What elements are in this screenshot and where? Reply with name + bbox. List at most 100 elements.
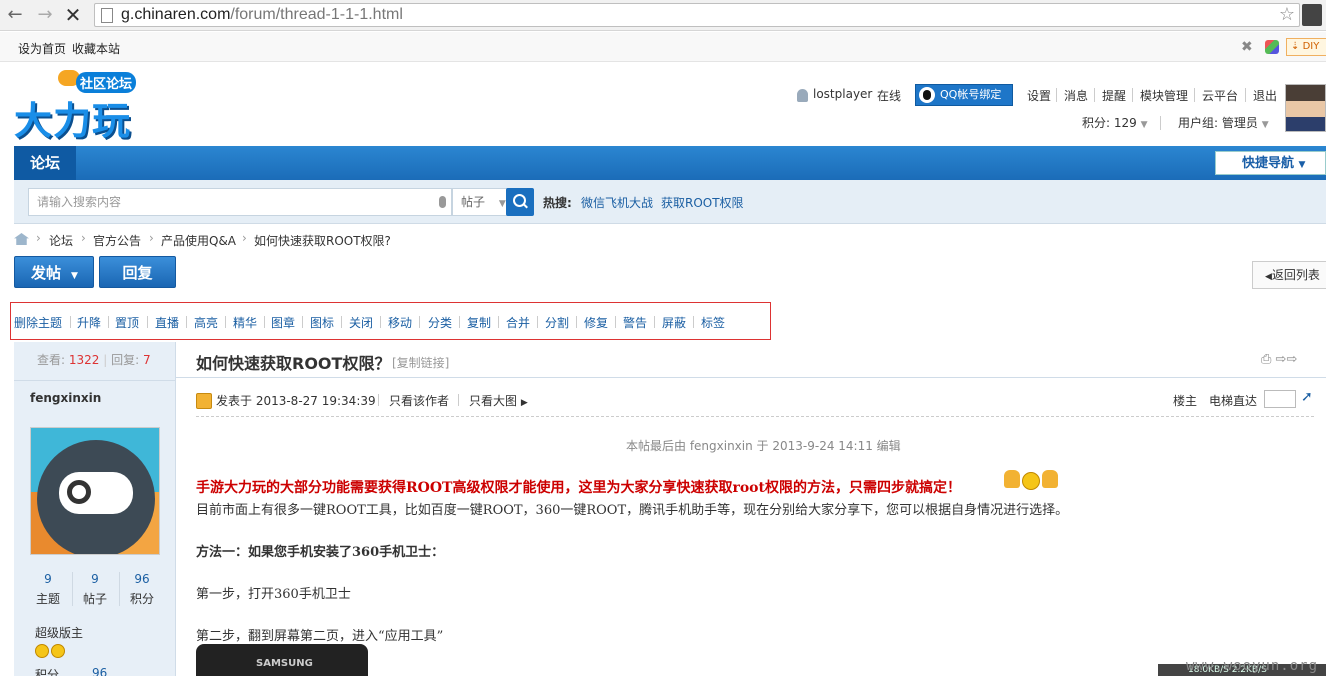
print-icon[interactable]: ⎙ (1261, 352, 1271, 367)
author-stat-value[interactable]: 9 (28, 572, 68, 586)
usergroup-dropdown[interactable]: 用户组: 管理员 ▼ (1178, 114, 1269, 131)
set-home-link[interactable]: 设为首页 (18, 40, 66, 57)
address-bar[interactable]: g.chinaren.com/forum/thread-1-1-1.html ☆ (94, 3, 1300, 27)
qq-bind-label: QQ帐号绑定 (940, 88, 1002, 101)
prev-thread-icon[interactable]: ⇨ (1276, 352, 1287, 367)
admin-action[interactable]: 高亮 (194, 314, 218, 331)
only-big-image-link[interactable]: 只看大图 ▶ (469, 392, 528, 409)
nav-forum-tab[interactable]: 论坛 (14, 146, 76, 180)
url-path: /forum/thread-1-1-1.html (230, 6, 403, 23)
breadcrumb-item[interactable]: 产品使用Q&A (161, 232, 236, 249)
logout-link[interactable]: 退出 (1253, 87, 1277, 104)
divider (378, 394, 379, 406)
author-stat-value[interactable]: 9 (75, 572, 115, 586)
settings-link[interactable]: 设置 (1027, 87, 1051, 104)
cloud-platform-link[interactable]: 云平台 (1202, 87, 1238, 104)
back-to-list-button[interactable]: ◀返回列表 (1252, 261, 1326, 289)
admin-action[interactable]: 置顶 (115, 314, 139, 331)
author-stat-label: 积分 (129, 592, 154, 606)
admin-action[interactable]: 屏蔽 (662, 314, 686, 331)
breadcrumb-item[interactable]: 官方公告 (93, 232, 141, 249)
caret-down-icon: ▼ (1140, 120, 1148, 130)
site-logo[interactable]: 社区论坛 大力玩 (14, 70, 144, 143)
username-link[interactable]: lostplayer (813, 87, 872, 101)
admin-action[interactable]: 升降 (77, 314, 101, 331)
reminders-link[interactable]: 提醒 (1102, 87, 1126, 104)
new-post-button[interactable]: 发帖 ▼ (14, 256, 94, 288)
admin-action[interactable]: 移动 (388, 314, 412, 331)
jump-go-icon[interactable]: ➚ (1301, 389, 1313, 405)
chevron-right-icon: › (81, 231, 86, 245)
divider (70, 316, 71, 328)
tools-icon[interactable]: ✖ (1241, 39, 1253, 55)
admin-action[interactable]: 复制 (467, 314, 491, 331)
admin-action[interactable]: 图章 (271, 314, 295, 331)
home-icon[interactable] (14, 233, 29, 245)
search-button[interactable] (506, 188, 534, 216)
hot-search-link[interactable]: 微信飞机大战 (581, 194, 653, 211)
divider (419, 316, 420, 328)
search-type-label: 帖子 (461, 195, 486, 209)
stop-loading-icon[interactable]: ✕ (62, 4, 84, 26)
divider (341, 316, 342, 328)
method-text: 如果您手机安装了360手机卫士： (248, 545, 445, 560)
admin-action[interactable]: 合并 (506, 314, 530, 331)
only-author-link[interactable]: 只看该作者 (389, 392, 449, 409)
post-paragraph: 目前市面上有很多一键ROOT工具，比如百度一键ROOT，360一键ROOT，腾讯… (196, 503, 1069, 518)
admin-action[interactable]: 分割 (545, 314, 569, 331)
thread-stats: 查看: 1322 | 回复: 7 (37, 353, 151, 367)
breadcrumb-item[interactable]: 论坛 (49, 232, 73, 249)
online-status-icon (196, 393, 212, 409)
diy-label: DIY (1302, 41, 1320, 52)
add-favorite-link[interactable]: 收藏本站 (72, 40, 120, 57)
user-icon (797, 89, 808, 102)
microphone-icon[interactable] (439, 196, 446, 208)
back-arrow-icon[interactable]: ← (4, 4, 26, 26)
admin-action[interactable]: 修复 (584, 314, 608, 331)
next-thread-icon[interactable]: ⇨ (1286, 352, 1297, 367)
divider (14, 380, 176, 381)
messages-link[interactable]: 消息 (1064, 87, 1088, 104)
score-text: 积分: 129 (1082, 116, 1137, 130)
rank-star-icon (51, 644, 65, 658)
breadcrumb-item[interactable]: 如何快速获取ROOT权限? (254, 232, 391, 249)
floor-label: 楼主 (1173, 394, 1198, 408)
url-text[interactable]: g.chinaren.com/forum/thread-1-1-1.html (121, 6, 403, 24)
author-rank: 超级版主 (35, 626, 84, 640)
admin-action[interactable]: 关闭 (349, 314, 373, 331)
admin-action[interactable]: 标签 (701, 314, 725, 331)
search-type-select[interactable]: 帖子 ▼ (452, 188, 512, 216)
admin-action[interactable]: 图标 (310, 314, 334, 331)
qq-bind-button[interactable]: QQ帐号绑定 (915, 84, 1013, 106)
views-count: 1322 (68, 353, 100, 367)
divider (537, 316, 538, 328)
author-stat-value[interactable]: 96 (122, 572, 162, 586)
copy-link[interactable]: [复制链接] (392, 354, 449, 371)
admin-action[interactable]: 直播 (155, 314, 179, 331)
floor-jump-input[interactable] (1264, 390, 1296, 408)
phone-screenshot-image[interactable]: SAMSUNG (196, 644, 368, 676)
author-name[interactable]: fengxinxin (30, 391, 101, 405)
caret-left-icon: ◀ (1265, 272, 1272, 282)
quick-nav-label: 快捷导航 (1242, 156, 1295, 171)
quick-nav-button[interactable]: 快捷导航 ▼ (1215, 151, 1326, 175)
admin-action[interactable]: 分类 (428, 314, 452, 331)
score-dropdown[interactable]: 积分: 129 ▼ (1082, 114, 1148, 131)
bookmark-star-icon[interactable]: ☆ (1279, 4, 1295, 25)
admin-action[interactable]: 精华 (233, 314, 257, 331)
user-avatar[interactable] (1285, 84, 1326, 132)
reply-button[interactable]: 回复 (99, 256, 176, 288)
back-to-list-label: 返回列表 (1271, 268, 1320, 282)
color-app-icon[interactable] (1265, 40, 1279, 54)
extension-icon[interactable] (1302, 4, 1322, 26)
forward-arrow-icon[interactable]: → (34, 4, 56, 26)
author-avatar[interactable] (30, 427, 160, 555)
search-input[interactable]: 请输入搜索内容 (28, 188, 452, 216)
module-manage-link[interactable]: 模块管理 (1140, 87, 1188, 104)
diy-button[interactable]: ⇣ DIY (1286, 38, 1326, 56)
admin-action[interactable]: 删除主题 (14, 314, 62, 331)
admin-action[interactable]: 警告 (623, 314, 647, 331)
divider (576, 316, 577, 328)
hot-search-link[interactable]: 获取ROOT权限 (661, 194, 744, 211)
post-date: 发表于 2013-8-27 19:34:39 (216, 394, 376, 408)
